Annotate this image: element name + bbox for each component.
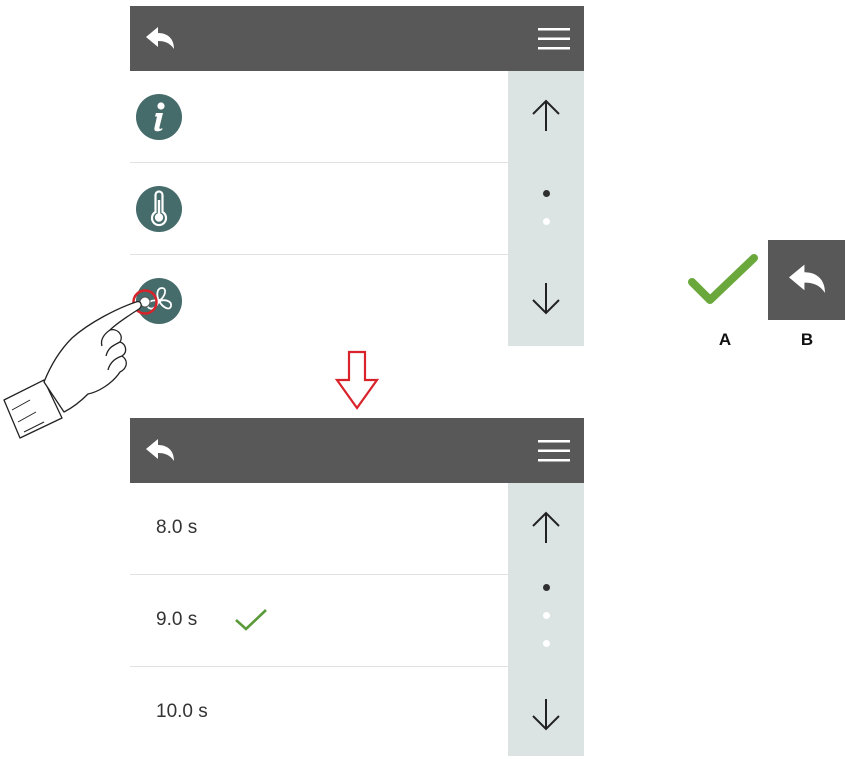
toolbar bbox=[130, 6, 584, 71]
scroll-up-arrow-icon[interactable] bbox=[530, 99, 562, 133]
list-item-value[interactable]: 8.0 s bbox=[130, 483, 508, 575]
value-select-screen: 8.0 s 9.0 s 10.0 s bbox=[130, 418, 584, 756]
scrollbar bbox=[508, 483, 584, 756]
legend-label-b: B bbox=[800, 330, 814, 349]
scroll-up-arrow-icon[interactable] bbox=[530, 511, 562, 545]
scrollbar bbox=[508, 71, 584, 346]
checkmark-large-icon bbox=[688, 254, 758, 304]
hamburger-menu-icon[interactable] bbox=[538, 439, 570, 463]
page-dot bbox=[543, 640, 550, 647]
value-label: 8.0 s bbox=[156, 517, 198, 538]
back-arrow-icon[interactable] bbox=[144, 25, 176, 53]
transition-arrow-icon bbox=[334, 350, 380, 410]
list-item-fan[interactable] bbox=[130, 255, 508, 347]
settings-list bbox=[130, 71, 508, 346]
back-arrow-icon[interactable] bbox=[144, 437, 176, 465]
page-dot bbox=[543, 612, 550, 619]
page-dot bbox=[543, 218, 550, 225]
thermometer-icon bbox=[136, 186, 182, 232]
back-button-sample bbox=[768, 240, 845, 320]
legend-label-a: A bbox=[718, 330, 732, 349]
value-list: 8.0 s 9.0 s 10.0 s bbox=[130, 483, 508, 756]
info-icon bbox=[136, 94, 182, 140]
list-item-info[interactable] bbox=[130, 71, 508, 163]
value-label: 9.0 s bbox=[156, 609, 198, 630]
hand-pointer-icon bbox=[3, 300, 142, 439]
settings-menu-screen bbox=[130, 6, 584, 346]
back-arrow-icon bbox=[789, 264, 825, 293]
list-item-value[interactable]: 10.0 s bbox=[130, 667, 508, 759]
list-item-value-selected[interactable]: 9.0 s bbox=[130, 575, 508, 667]
list-item-temperature[interactable] bbox=[130, 163, 508, 255]
toolbar bbox=[130, 418, 584, 483]
scroll-down-arrow-icon[interactable] bbox=[530, 697, 562, 731]
scroll-down-arrow-icon[interactable] bbox=[530, 281, 562, 315]
value-label: 10.0 s bbox=[156, 701, 208, 722]
page-dot-active bbox=[543, 190, 550, 197]
hamburger-menu-icon[interactable] bbox=[538, 27, 570, 51]
checkmark-icon bbox=[235, 609, 267, 631]
page-dot-active bbox=[543, 584, 550, 591]
